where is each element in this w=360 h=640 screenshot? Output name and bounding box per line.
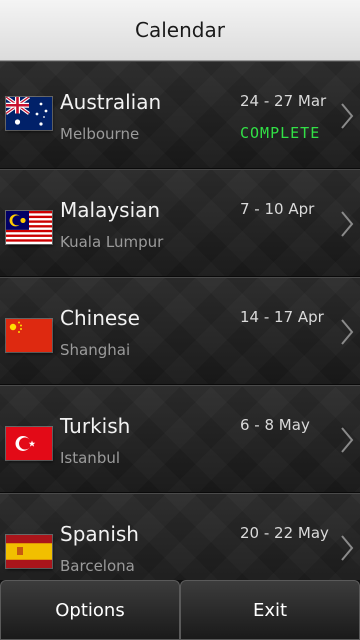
malaysia-flag-icon (6, 211, 52, 244)
exit-button[interactable]: Exit (180, 580, 360, 640)
chevron-right-icon (341, 535, 354, 561)
header-bar: Calendar (0, 0, 360, 61)
race-city: Istanbul (60, 449, 121, 467)
softkey-bar: Options Exit (0, 580, 360, 640)
chevron-right-icon (341, 211, 354, 237)
page-title: Calendar (135, 18, 225, 42)
race-name: Australian (60, 90, 162, 114)
race-dates: 7 - 10 Apr (240, 200, 315, 218)
turkey-flag-icon (6, 427, 52, 460)
chevron-right-icon (341, 427, 354, 453)
race-city: Melbourne (60, 125, 140, 143)
race-city: Shanghai (60, 341, 131, 359)
race-city: Barcelona (60, 557, 135, 575)
race-name: Turkish (60, 414, 131, 438)
list-item-turkish[interactable]: Turkish Istanbul 6 - 8 May (0, 385, 360, 493)
race-status-badge: COMPLETE (240, 124, 321, 142)
race-city: Kuala Lumpur (60, 233, 164, 251)
race-name: Malaysian (60, 198, 161, 222)
spain-flag-icon (6, 535, 52, 568)
race-name: Chinese (60, 306, 140, 330)
australia-flag-icon (6, 97, 52, 130)
list-item-australian[interactable]: Australian Melbourne 24 - 27 Mar COMPLET… (0, 61, 360, 169)
race-dates: 20 - 22 May (240, 524, 329, 542)
chevron-right-icon (341, 103, 354, 129)
race-dates: 14 - 17 Apr (240, 308, 324, 326)
list-item-malaysian[interactable]: Malaysian Kuala Lumpur 7 - 10 Apr (0, 169, 360, 277)
race-dates: 6 - 8 May (240, 416, 310, 434)
race-name: Spanish (60, 522, 139, 546)
list-item-spanish[interactable]: Spanish Barcelona 20 - 22 May (0, 493, 360, 580)
china-flag-icon (6, 319, 52, 352)
options-button[interactable]: Options (0, 580, 180, 640)
chevron-right-icon (341, 319, 354, 345)
race-dates: 24 - 27 Mar (240, 92, 327, 110)
race-list[interactable]: Australian Melbourne 24 - 27 Mar COMPLET… (0, 61, 360, 580)
list-item-chinese[interactable]: Chinese Shanghai 14 - 17 Apr (0, 277, 360, 385)
